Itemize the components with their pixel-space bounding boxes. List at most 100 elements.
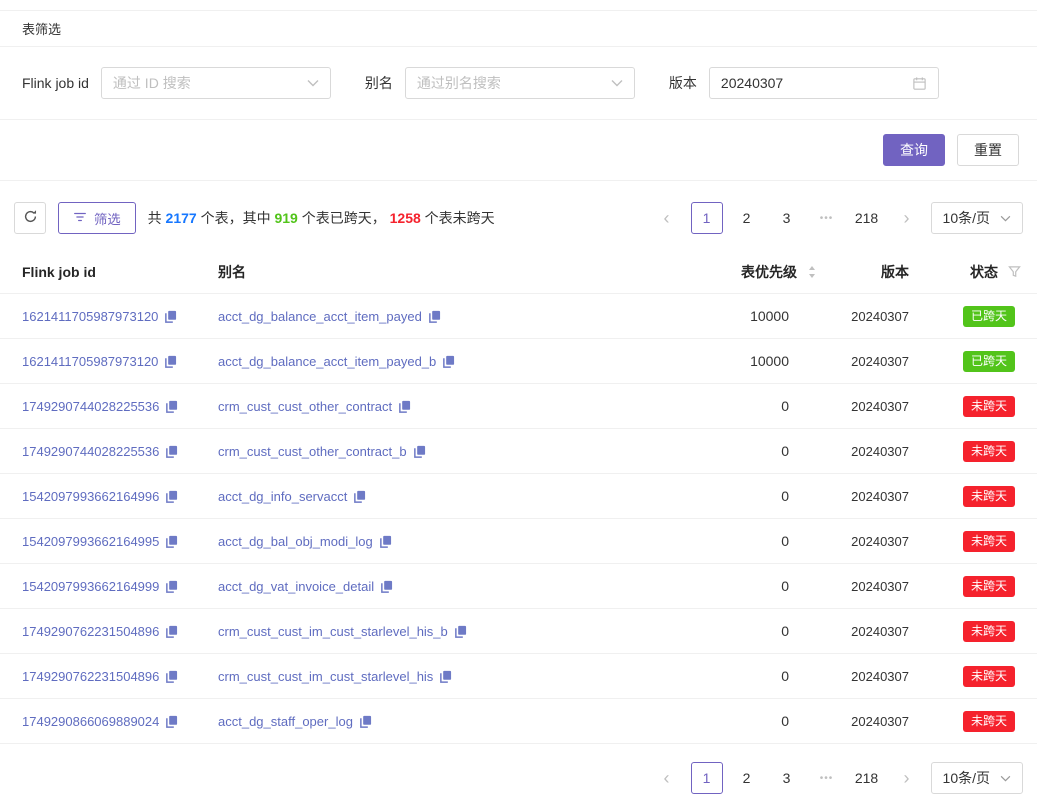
copy-icon[interactable]	[165, 445, 178, 458]
copy-icon[interactable]	[442, 355, 455, 368]
summary-text: 个表，其中	[197, 210, 275, 226]
flink-job-id-label: Flink job id	[22, 75, 89, 91]
page-button-3[interactable]: 3	[771, 202, 803, 234]
copy-icon[interactable]	[165, 625, 178, 638]
summary-uncrossed-count: 1258	[390, 210, 421, 226]
alias-link[interactable]: acct_dg_balance_acct_item_payed_b	[218, 354, 436, 369]
priority-cell: 0	[667, 713, 817, 729]
priority-cell: 0	[667, 398, 817, 414]
table-row: 1542097993662164995 acct_dg_bal_obj_modi…	[0, 519, 1037, 564]
alias-cell: crm_cust_cust_im_cust_starlevel_his	[218, 669, 667, 684]
filter-icon	[73, 210, 87, 227]
search-button[interactable]: 查询	[883, 134, 945, 166]
prev-page-button[interactable]: ‹	[651, 202, 683, 234]
version-cell: 20240307	[817, 444, 909, 459]
page-size-value: 10条/页	[943, 768, 990, 788]
sort-icon[interactable]	[807, 265, 817, 279]
summary-total-count: 2177	[166, 210, 197, 226]
page-size-value: 10条/页	[943, 208, 990, 228]
job-id-cell: 1621411705987973120	[22, 309, 218, 324]
refresh-button[interactable]	[14, 202, 46, 234]
alias-select[interactable]: 通过别名搜索	[405, 67, 635, 99]
copy-icon[interactable]	[164, 355, 177, 368]
copy-icon[interactable]	[353, 490, 366, 503]
table-body: 1621411705987973120 acct_dg_balance_acct…	[0, 294, 1037, 744]
reset-button[interactable]: 重置	[957, 134, 1019, 166]
filter-field-version: 版本 20240307	[669, 67, 939, 99]
page-ellipsis[interactable]: •••	[811, 202, 843, 234]
job-id-link[interactable]: 1542097993662164999	[22, 579, 159, 594]
tables-table: Flink job id 别名 表优先级 版本 状态 1621411705987…	[0, 250, 1037, 744]
alias-label: 别名	[365, 73, 393, 93]
page-button-1[interactable]: 1	[691, 202, 723, 234]
funnel-filter-icon[interactable]	[1008, 265, 1021, 278]
table-row: 1621411705987973120 acct_dg_balance_acct…	[0, 339, 1037, 384]
job-id-link[interactable]: 1621411705987973120	[22, 309, 158, 324]
copy-icon[interactable]	[413, 445, 426, 458]
flink-job-id-select[interactable]: 通过 ID 搜索	[101, 67, 331, 99]
copy-icon[interactable]	[165, 490, 178, 503]
job-id-link[interactable]: 1749290866069889024	[22, 714, 159, 729]
priority-cell: 10000	[667, 353, 817, 369]
next-page-button[interactable]: ›	[891, 202, 923, 234]
priority-cell: 0	[667, 443, 817, 459]
job-id-cell: 1749290744028225536	[22, 399, 218, 414]
table-row: 1749290744028225536 crm_cust_cust_other_…	[0, 429, 1037, 474]
header-priority: 表优先级	[667, 262, 817, 282]
copy-icon[interactable]	[165, 535, 178, 548]
copy-icon[interactable]	[165, 580, 178, 593]
alias-link[interactable]: crm_cust_cust_im_cust_starlevel_his_b	[218, 624, 448, 639]
copy-icon[interactable]	[165, 400, 178, 413]
chevron-down-icon	[1000, 775, 1011, 782]
alias-link[interactable]: crm_cust_cust_im_cust_starlevel_his	[218, 669, 433, 684]
copy-icon[interactable]	[359, 715, 372, 728]
job-id-link[interactable]: 1542097993662164995	[22, 534, 159, 549]
copy-icon[interactable]	[380, 580, 393, 593]
alias-link[interactable]: acct_dg_staff_oper_log	[218, 714, 353, 729]
version-cell: 20240307	[817, 534, 909, 549]
copy-icon[interactable]	[428, 310, 441, 323]
page-size-select[interactable]: 10条/页	[931, 202, 1023, 234]
job-id-link[interactable]: 1542097993662164996	[22, 489, 159, 504]
status-badge: 已跨天	[963, 306, 1015, 327]
alias-link[interactable]: acct_dg_bal_obj_modi_log	[218, 534, 373, 549]
priority-cell: 0	[667, 533, 817, 549]
version-date-input[interactable]: 20240307	[709, 67, 939, 99]
header-status-label: 状态	[970, 262, 998, 282]
page-button-2[interactable]: 2	[731, 202, 763, 234]
copy-icon[interactable]	[165, 670, 178, 683]
priority-cell: 0	[667, 578, 817, 594]
alias-link[interactable]: crm_cust_cust_other_contract	[218, 399, 392, 414]
status-badge: 未跨天	[963, 441, 1015, 462]
alias-cell: acct_dg_balance_acct_item_payed_b	[218, 354, 667, 369]
copy-icon[interactable]	[379, 535, 392, 548]
refresh-icon	[23, 209, 38, 227]
filter-toggle-button[interactable]: 筛选	[58, 202, 136, 234]
copy-icon[interactable]	[439, 670, 452, 683]
alias-cell: acct_dg_vat_invoice_detail	[218, 579, 667, 594]
job-id-link[interactable]: 1749290762231504896	[22, 624, 159, 639]
summary-text: 共	[148, 210, 166, 226]
page-button-last[interactable]: 218	[851, 202, 883, 234]
priority-cell: 0	[667, 623, 817, 639]
copy-icon[interactable]	[164, 310, 177, 323]
status-cell: 未跨天	[909, 531, 1021, 552]
copy-icon[interactable]	[454, 625, 467, 638]
alias-cell: acct_dg_staff_oper_log	[218, 714, 667, 729]
job-id-link[interactable]: 1749290744028225536	[22, 444, 159, 459]
job-id-link[interactable]: 1621411705987973120	[22, 354, 158, 369]
status-badge: 未跨天	[963, 396, 1015, 417]
status-cell: 未跨天	[909, 486, 1021, 507]
copy-icon[interactable]	[165, 715, 178, 728]
alias-link[interactable]: acct_dg_info_servacct	[218, 489, 347, 504]
status-badge: 已跨天	[963, 351, 1015, 372]
alias-link[interactable]: acct_dg_vat_invoice_detail	[218, 579, 374, 594]
status-cell: 未跨天	[909, 396, 1021, 417]
job-id-link[interactable]: 1749290762231504896	[22, 669, 159, 684]
alias-link[interactable]: acct_dg_balance_acct_item_payed	[218, 309, 422, 324]
version-cell: 20240307	[817, 354, 909, 369]
copy-icon[interactable]	[398, 400, 411, 413]
alias-link[interactable]: crm_cust_cust_other_contract_b	[218, 444, 407, 459]
job-id-link[interactable]: 1749290744028225536	[22, 399, 159, 414]
header-status: 状态	[909, 262, 1021, 282]
